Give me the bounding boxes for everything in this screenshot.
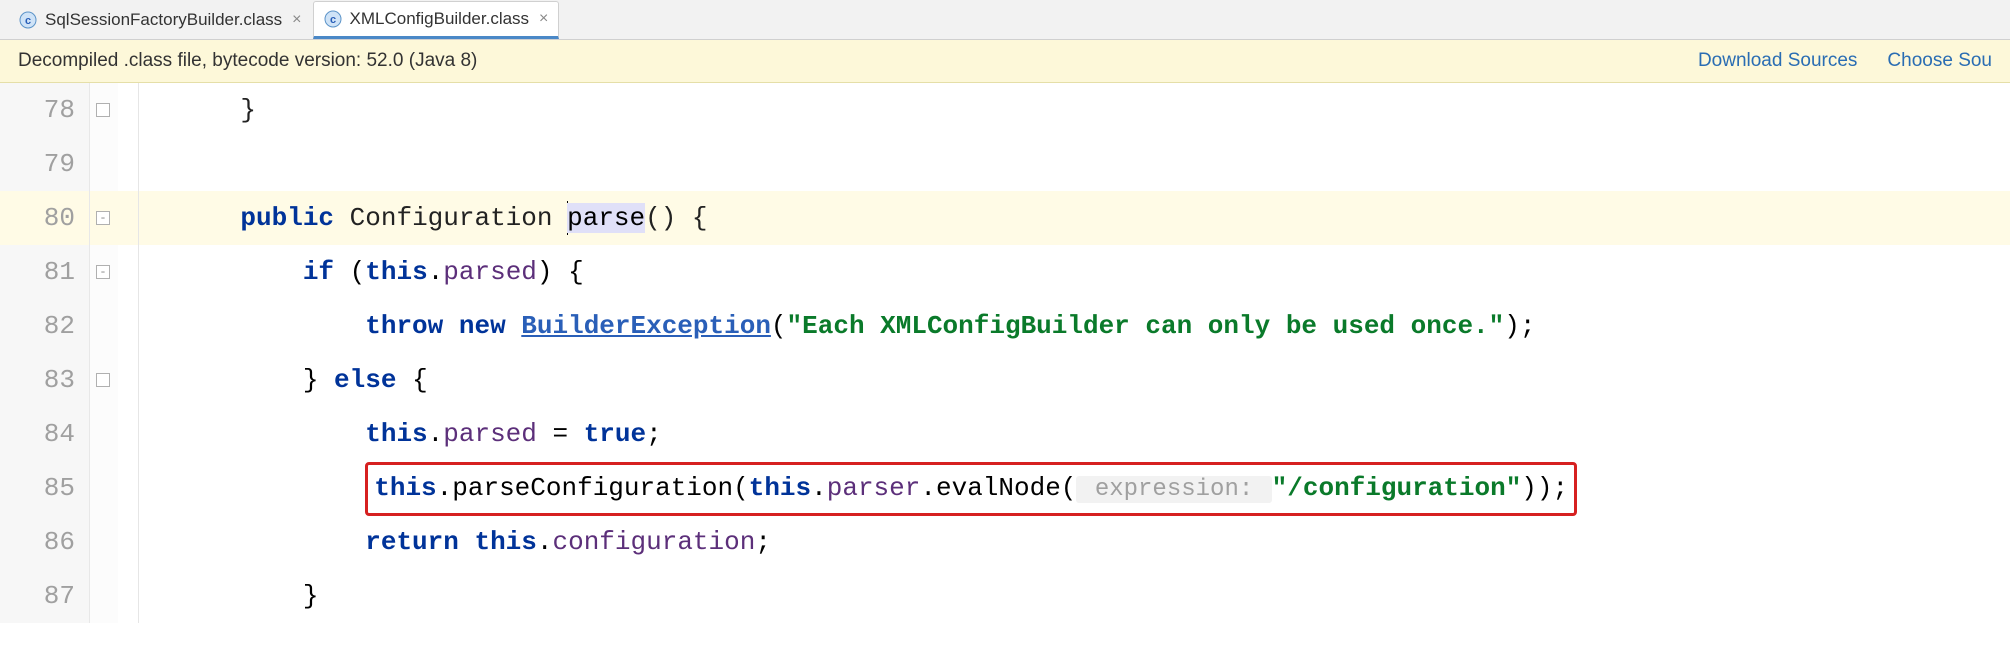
- fold-gutter[interactable]: [90, 407, 118, 461]
- indent-guide: [118, 407, 178, 461]
- class-file-icon: c: [19, 11, 37, 29]
- line-number: 84: [0, 407, 90, 461]
- class-file-icon: c: [324, 10, 342, 28]
- code-row-current: 80 - public Configuration parse() {: [0, 191, 2010, 245]
- indent-guide: [118, 299, 178, 353]
- line-number: 87: [0, 569, 90, 623]
- indent-guide: [118, 137, 178, 191]
- indent-guide: [118, 191, 178, 245]
- line-number: 86: [0, 515, 90, 569]
- fold-gutter[interactable]: [90, 137, 118, 191]
- highlight-box: this.parseConfiguration(this.parser.eval…: [365, 462, 1577, 516]
- code-line[interactable]: this.parseConfiguration(this.parser.eval…: [178, 461, 2010, 515]
- code-line[interactable]: return this.configuration;: [178, 515, 2010, 569]
- line-number: 80: [0, 191, 90, 245]
- editor-tabs: c SqlSessionFactoryBuilder.class × c XML…: [0, 0, 2010, 40]
- tab-sqlsessionfactorybuilder[interactable]: c SqlSessionFactoryBuilder.class ×: [8, 1, 313, 39]
- fold-gutter[interactable]: -: [90, 191, 118, 245]
- line-number: 79: [0, 137, 90, 191]
- code-line[interactable]: throw new BuilderException("Each XMLConf…: [178, 299, 2010, 353]
- code-row: 82 throw new BuilderException("Each XMLC…: [0, 299, 2010, 353]
- download-sources-link[interactable]: Download Sources: [1698, 50, 1857, 72]
- code-row: 85 this.parseConfiguration(this.parser.e…: [0, 461, 2010, 515]
- indent-guide: [118, 353, 178, 407]
- tab-label: XMLConfigBuilder.class: [350, 9, 530, 29]
- indent-guide: [118, 245, 178, 299]
- tab-xmlconfigbuilder[interactable]: c XMLConfigBuilder.class ×: [313, 1, 560, 39]
- code-row: 86 return this.configuration;: [0, 515, 2010, 569]
- code-row: 83 } else {: [0, 353, 2010, 407]
- fold-end-icon[interactable]: [96, 103, 110, 117]
- svg-text:c: c: [25, 15, 31, 27]
- line-number: 82: [0, 299, 90, 353]
- fold-gutter[interactable]: [90, 515, 118, 569]
- tab-label: SqlSessionFactoryBuilder.class: [45, 10, 282, 30]
- fold-end-icon[interactable]: [96, 373, 110, 387]
- close-icon[interactable]: ×: [292, 11, 301, 29]
- fold-toggle-icon[interactable]: -: [96, 265, 110, 279]
- fold-toggle-icon[interactable]: -: [96, 211, 110, 225]
- code-line[interactable]: if (this.parsed) {: [178, 245, 2010, 299]
- notice-text: Decompiled .class file, bytecode version…: [18, 50, 477, 72]
- code-editor[interactable]: 78 } 79 80 - public Configuration parse(…: [0, 83, 2010, 623]
- code-line[interactable]: } else {: [178, 353, 2010, 407]
- code-line[interactable]: public Configuration parse() {: [178, 191, 2010, 245]
- code-line[interactable]: }: [178, 569, 2010, 623]
- indent-guide: [118, 461, 178, 515]
- fold-gutter[interactable]: [90, 299, 118, 353]
- indent-guide: [118, 83, 178, 137]
- decompile-notice-bar: Decompiled .class file, bytecode version…: [0, 40, 2010, 83]
- line-number: 83: [0, 353, 90, 407]
- choose-sources-link[interactable]: Choose Sou: [1887, 50, 1992, 72]
- code-row: 78 }: [0, 83, 2010, 137]
- line-number: 85: [0, 461, 90, 515]
- notice-links: Download Sources Choose Sou: [1698, 50, 1992, 72]
- code-row: 87 }: [0, 569, 2010, 623]
- code-row: 84 this.parsed = true;: [0, 407, 2010, 461]
- code-row: 79: [0, 137, 2010, 191]
- fold-gutter[interactable]: [90, 353, 118, 407]
- class-reference-link[interactable]: BuilderException: [521, 311, 771, 341]
- fold-gutter[interactable]: [90, 83, 118, 137]
- indent-guide: [118, 515, 178, 569]
- code-line[interactable]: [178, 137, 2010, 191]
- code-line[interactable]: this.parsed = true;: [178, 407, 2010, 461]
- code-row: 81 - if (this.parsed) {: [0, 245, 2010, 299]
- line-number: 78: [0, 83, 90, 137]
- parameter-hint: expression:: [1076, 476, 1271, 503]
- fold-gutter[interactable]: [90, 461, 118, 515]
- fold-gutter[interactable]: [90, 569, 118, 623]
- code-line[interactable]: }: [178, 83, 2010, 137]
- close-icon[interactable]: ×: [539, 10, 548, 28]
- fold-gutter[interactable]: -: [90, 245, 118, 299]
- svg-text:c: c: [329, 14, 335, 26]
- line-number: 81: [0, 245, 90, 299]
- indent-guide: [118, 569, 178, 623]
